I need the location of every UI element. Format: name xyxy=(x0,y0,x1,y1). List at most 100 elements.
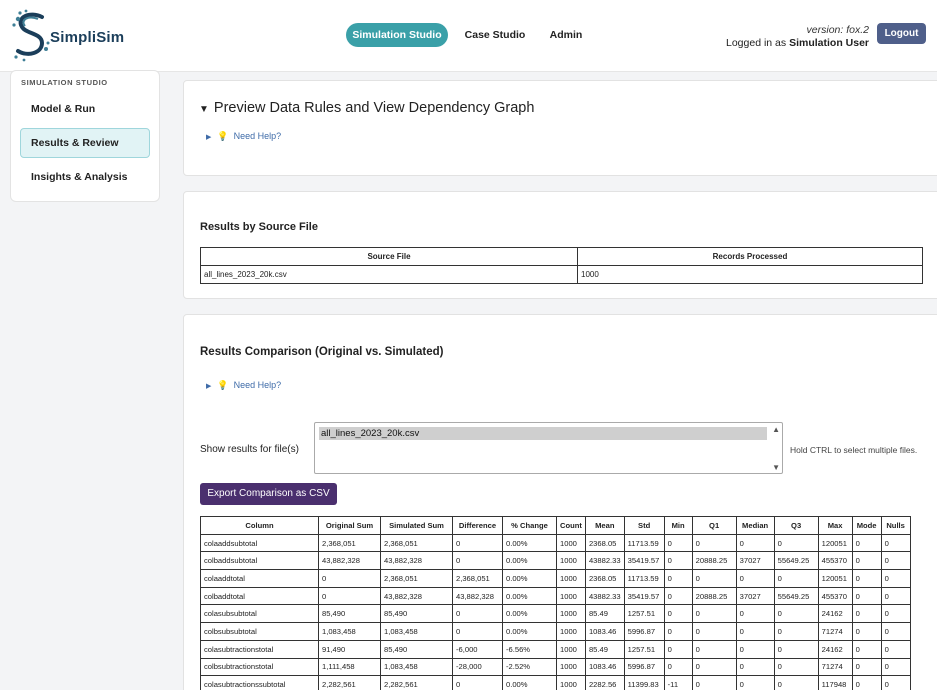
scroll-down-icon[interactable]: ▼ xyxy=(772,463,780,472)
logout-button[interactable]: Logout xyxy=(877,23,926,44)
column-header: Column xyxy=(200,516,319,535)
table-cell: 1000 xyxy=(556,675,586,690)
table-cell: 0 xyxy=(880,551,911,571)
table-cell: colasubsubtotal xyxy=(200,604,319,624)
table-cell: 0 xyxy=(735,533,775,553)
table-cell: 0.00% xyxy=(502,622,557,641)
preview-rules-title: Preview Data Rules and View Dependency G… xyxy=(213,100,535,116)
brand-logo[interactable]: SimpliSim xyxy=(12,9,132,63)
table-cell: 0 xyxy=(773,675,819,690)
table-cell: 1000 xyxy=(556,622,586,641)
table-cell: 1,083,458 xyxy=(380,657,453,677)
table-cell: 55649.25 xyxy=(773,551,819,571)
column-header: Median xyxy=(735,516,775,535)
table-cell: 1000 xyxy=(556,551,586,571)
file-multiselect[interactable]: all_lines_2023_20k.csv ▲ ▼ xyxy=(314,422,783,474)
table-cell: 71274 xyxy=(817,657,853,677)
collapsed-triangle-icon: ▶ xyxy=(206,383,212,390)
table-cell: 0 xyxy=(851,569,882,588)
table-cell: colbsubtractionstotal xyxy=(200,657,319,677)
table-header-row: Source File Records Processed xyxy=(200,247,923,266)
table-cell: colasubtractionstotal xyxy=(200,639,319,659)
top-navbar: SimpliSim Simulation Studio Case Studio … xyxy=(0,0,937,72)
column-header: Mode xyxy=(851,516,882,535)
export-csv-button[interactable]: Export Comparison as CSV xyxy=(200,483,337,505)
table-cell: 11399.83 xyxy=(623,675,665,690)
table-cell: 0 xyxy=(663,533,693,553)
table-cell: 0 xyxy=(880,604,911,624)
table-cell: 120051 xyxy=(817,533,853,553)
table-cell: 0 xyxy=(851,586,882,606)
table-cell: 0 xyxy=(663,604,693,624)
results-comparison-panel: Results Comparison (Original vs. Simulat… xyxy=(183,314,937,690)
sidebar-item-model-run[interactable]: Model & Run xyxy=(20,94,150,124)
multiselect-hint: Hold CTRL to select multiple files. xyxy=(790,445,918,455)
table-cell: 0 xyxy=(735,675,775,690)
nav-simulation-studio[interactable]: Simulation Studio xyxy=(346,23,448,47)
table-cell: 0 xyxy=(663,657,693,677)
table-cell: 0 xyxy=(691,569,737,588)
table-cell: 1000 xyxy=(556,639,586,659)
table-cell: 85.49 xyxy=(584,639,625,659)
nav-admin[interactable]: Admin xyxy=(542,23,590,47)
table-cell: 0 xyxy=(851,604,882,624)
table-cell: 0 xyxy=(851,675,882,690)
file-option-selected[interactable]: all_lines_2023_20k.csv xyxy=(319,427,767,440)
table-cell: 0 xyxy=(880,675,911,690)
table-cell: 0 xyxy=(691,639,737,659)
table-cell: 0 xyxy=(663,586,693,606)
table-cell: 0 xyxy=(880,533,911,553)
table-cell: 0 xyxy=(773,569,819,588)
current-user: Simulation User xyxy=(789,37,869,49)
source-file-table: Source File Records Processed all_lines_… xyxy=(200,247,923,284)
table-cell: 2,368,051 xyxy=(318,533,381,553)
table-cell: 24162 xyxy=(817,639,853,659)
nav-case-studio[interactable]: Case Studio xyxy=(459,23,531,47)
table-cell: 0 xyxy=(851,639,882,659)
table-cell: 0 xyxy=(663,622,693,641)
table-cell: 0 xyxy=(318,569,381,588)
table-cell: 2,282,561 xyxy=(380,675,453,690)
table-cell: 0.00% xyxy=(502,604,557,624)
table-cell: 0 xyxy=(452,551,503,571)
table-cell: 0 xyxy=(880,569,911,588)
table-row: colbaddsubtotal 43,882,328 43,882,328 0 0.00… xyxy=(200,551,911,571)
table-cell: 43882.33 xyxy=(584,551,625,571)
scroll-up-icon[interactable]: ▲ xyxy=(772,425,780,434)
results-by-source-panel: Results by Source File Source File Recor… xyxy=(183,191,937,299)
table-cell: 0 xyxy=(880,639,911,659)
need-help-label: Need Help? xyxy=(233,380,282,390)
column-header: Count xyxy=(556,516,586,535)
need-help-toggle[interactable]: ▶ 💡 Need Help? xyxy=(206,380,281,391)
column-header: Min xyxy=(663,516,693,535)
table-cell: 0 xyxy=(773,639,819,659)
sidebar-item-insights-analysis[interactable]: Insights & Analysis xyxy=(20,162,150,192)
table-cell: 1,083,458 xyxy=(318,622,381,641)
table-cell: colasubtractionssubtotal xyxy=(200,675,319,690)
simplisim-logo-icon xyxy=(12,9,50,62)
table-cell: 1083.46 xyxy=(584,657,625,677)
table-cell: 0 xyxy=(735,569,775,588)
sidebar-item-results-review[interactable]: Results & Review xyxy=(20,128,150,158)
table-cell: 0 xyxy=(691,533,737,553)
table-cell: 1000 xyxy=(556,657,586,677)
table-cell: all_lines_2023_20k.csv xyxy=(200,265,578,284)
need-help-toggle[interactable]: ▶ 💡 Need Help? xyxy=(206,131,281,142)
table-cell: 0 xyxy=(663,569,693,588)
table-cell: 24162 xyxy=(817,604,853,624)
column-header: Source File xyxy=(200,247,578,266)
table-header-row: Column Original Sum Simulated Sum Differenc… xyxy=(200,516,911,535)
table-row: colasubsubtotal 85,490 85,490 0 0.00% 1000 85.… xyxy=(200,604,911,624)
column-header: Nulls xyxy=(880,516,911,535)
column-header: Max xyxy=(817,516,853,535)
column-header: Simulated Sum xyxy=(380,516,453,535)
table-cell: 2368.05 xyxy=(584,533,625,553)
lightbulb-icon: 💡 xyxy=(217,131,229,141)
table-cell: 2,368,051 xyxy=(452,569,503,588)
preview-rules-toggle[interactable]: ▼ Preview Data Rules and View Dependency … xyxy=(199,100,534,116)
table-cell: 120051 xyxy=(817,569,853,588)
table-cell: 0 xyxy=(735,622,775,641)
table-cell: -6.56% xyxy=(502,639,557,659)
table-cell: 0 xyxy=(452,675,503,690)
table-cell: 2282.56 xyxy=(584,675,625,690)
